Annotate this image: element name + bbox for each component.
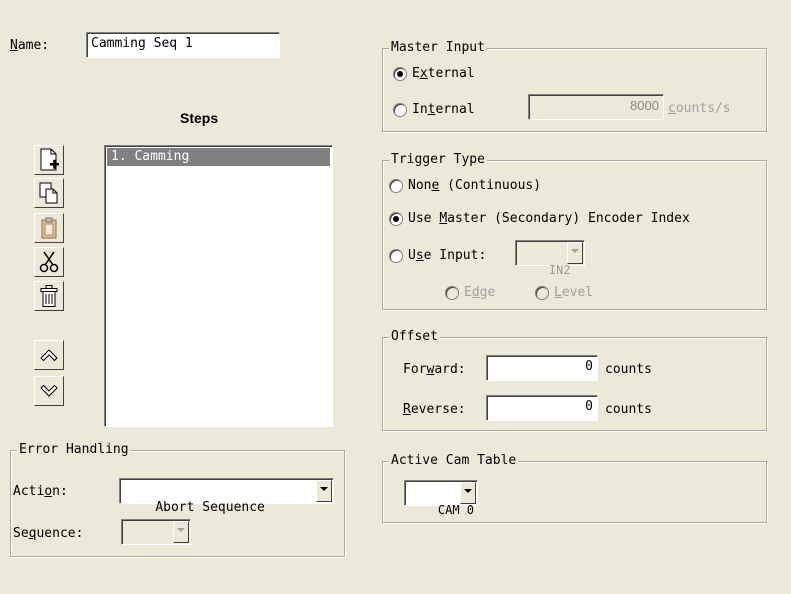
radio-icon[interactable] bbox=[535, 285, 549, 300]
delete-button[interactable] bbox=[34, 281, 64, 311]
use-input-radio[interactable]: Use Input: bbox=[389, 248, 486, 263]
action-label: Action: bbox=[13, 484, 68, 499]
scissors-icon bbox=[39, 251, 59, 273]
radio-icon[interactable] bbox=[445, 285, 459, 300]
reverse-offset-input[interactable]: 0 bbox=[486, 395, 598, 421]
radio-selected-icon[interactable] bbox=[393, 66, 407, 81]
paste-button[interactable] bbox=[34, 213, 64, 243]
forward-label: Forward: bbox=[403, 362, 466, 377]
counts-per-second-unit: counts/s bbox=[668, 101, 731, 116]
copy-icon bbox=[39, 182, 58, 204]
move-up-button[interactable] bbox=[34, 340, 64, 370]
external-radio[interactable]: Ex ternal bbox=[393, 66, 475, 81]
internal-radio[interactable]: In t ernal bbox=[393, 102, 475, 117]
active-cam-table-group: Active Cam Table CAM 0 bbox=[382, 453, 767, 523]
internal-rate-input[interactable]: 8000 bbox=[528, 94, 664, 120]
radio-icon[interactable] bbox=[389, 248, 403, 263]
sequence-label: Sequence: bbox=[13, 526, 84, 541]
new-step-button[interactable] bbox=[34, 145, 64, 175]
chevron-up-icon bbox=[40, 349, 58, 362]
none-continuous-radio[interactable]: Non e (Continuous) bbox=[389, 178, 541, 193]
new-document-icon bbox=[40, 148, 59, 171]
move-down-button[interactable] bbox=[34, 376, 64, 406]
list-item[interactable]: 1. Camming bbox=[107, 148, 330, 166]
offset-title: Offset bbox=[389, 329, 440, 345]
radio-selected-icon[interactable] bbox=[389, 211, 403, 226]
cam-table-select[interactable]: CAM 0 bbox=[404, 480, 478, 517]
steps-list[interactable]: 1. Camming bbox=[104, 145, 333, 427]
name-input[interactable]: Camming Seq 1 bbox=[86, 32, 280, 58]
master-input-title: Master Input bbox=[389, 40, 487, 56]
trigger-type-group: Trigger Type Non e (Continuous) Use Maste… bbox=[382, 152, 767, 310]
error-handling-group: Error Handling Action: Abort Sequence Se… bbox=[10, 442, 345, 557]
forward-offset-input[interactable]: 0 bbox=[486, 355, 598, 381]
copy-button[interactable] bbox=[34, 178, 64, 208]
trigger-type-title: Trigger Type bbox=[389, 152, 487, 168]
offset-group: Offset Forward: 0 counts Reverse: 0 coun… bbox=[382, 329, 767, 431]
trigger-input-select[interactable]: IN2 bbox=[515, 240, 585, 277]
steps-title: Steps bbox=[180, 110, 219, 126]
action-select[interactable]: Abort Sequence bbox=[119, 478, 334, 515]
reverse-label: Reverse: bbox=[403, 402, 466, 417]
forward-unit: counts bbox=[605, 362, 652, 377]
trash-icon bbox=[40, 285, 58, 307]
clipboard-icon bbox=[41, 217, 57, 239]
name-label: Name: bbox=[10, 38, 50, 53]
level-radio[interactable]: Level bbox=[535, 285, 593, 300]
master-input-group: Master Input Ex ternal In t ernal 8000 coun… bbox=[382, 40, 767, 132]
sequence-select[interactable] bbox=[121, 519, 191, 545]
edge-radio[interactable]: Ed ge bbox=[445, 285, 495, 300]
chevron-down-icon[interactable] bbox=[460, 482, 476, 504]
active-cam-table-title: Active Cam Table bbox=[389, 453, 519, 469]
radio-icon[interactable] bbox=[393, 102, 407, 117]
cut-button[interactable] bbox=[34, 247, 64, 277]
use-master-index-radio[interactable]: Use Master (Secondary) Encoder Index bbox=[389, 211, 690, 226]
chevron-down-icon[interactable] bbox=[567, 242, 583, 264]
chevron-down-icon[interactable] bbox=[173, 521, 189, 543]
chevron-down-icon bbox=[40, 384, 58, 397]
reverse-unit: counts bbox=[605, 402, 652, 417]
error-handling-title: Error Handling bbox=[17, 442, 131, 458]
radio-icon[interactable] bbox=[389, 178, 403, 193]
chevron-down-icon[interactable] bbox=[316, 480, 332, 502]
